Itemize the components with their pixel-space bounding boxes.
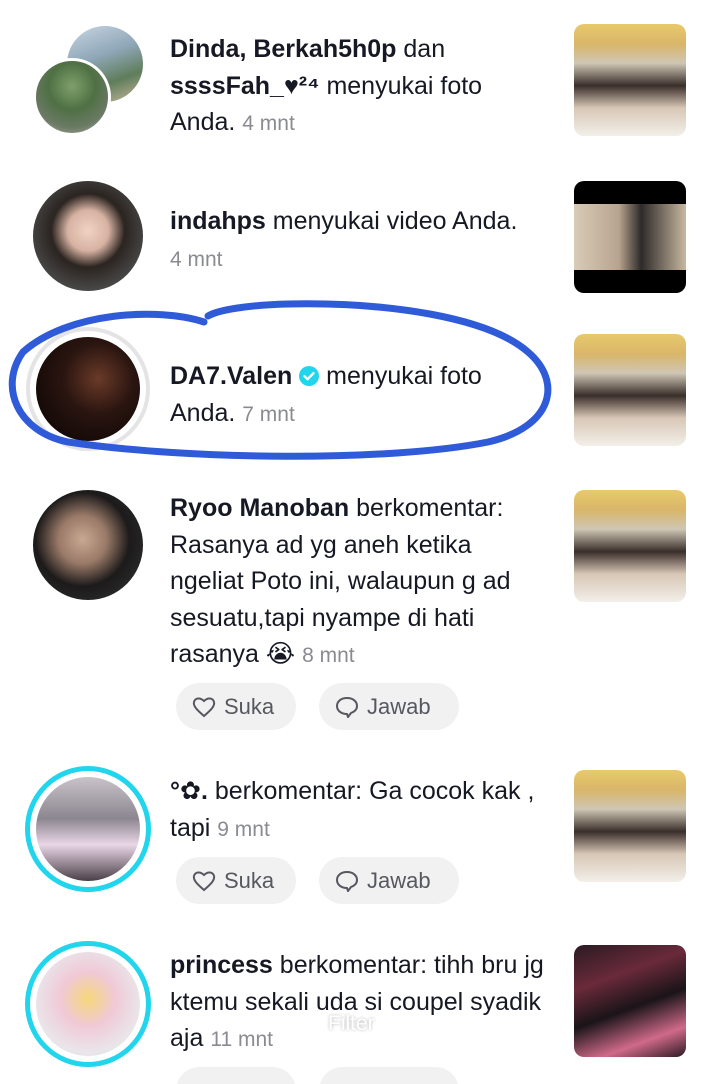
avatar[interactable] [33,490,143,600]
post-thumbnail[interactable] [574,490,686,602]
post-thumbnail[interactable] [574,770,686,882]
reply-label: Jawab [367,693,431,719]
username[interactable]: DA7.Valen [170,362,292,390]
username[interactable]: Ryoo Manoban [170,494,349,522]
joiner-text: dan [396,35,446,63]
video-thumbnail[interactable] [574,181,686,293]
username[interactable]: ssssFah_♥²⁴ [170,72,320,100]
stacked-avatars[interactable] [33,24,143,136]
avatar[interactable] [36,337,140,441]
comment-bubble-icon [336,870,358,892]
post-thumbnail[interactable] [574,24,686,136]
avatar[interactable] [36,952,140,1056]
avatar[interactable] [36,777,140,881]
username[interactable]: princess [170,951,273,979]
timestamp: 11 mnt [210,1028,273,1051]
verified-badge-icon [299,366,320,386]
like-button[interactable]: Suka [176,857,296,904]
comment-bubble-icon [336,696,358,718]
filter-button[interactable]: Filter [328,1012,375,1036]
like-label: Suka [224,693,275,719]
post-thumbnail[interactable] [574,945,686,1057]
username[interactable]: Dinda, Berkah5h0p [170,35,396,63]
reply-button[interactable]: Jawab [319,683,459,730]
action-text: menyukai video Anda. [265,207,518,235]
video-frame [574,204,686,270]
username[interactable]: °✿. [170,777,208,805]
reply-button[interactable] [319,1067,459,1084]
username[interactable]: indahps [170,207,266,235]
avatar[interactable] [33,58,111,136]
like-button[interactable]: Suka [176,683,296,730]
like-label: Suka [224,867,275,893]
reply-label: Jawab [367,867,431,893]
reply-button[interactable]: Jawab [319,857,459,904]
heart-icon [192,871,216,891]
timestamp: 4 mnt [170,247,223,271]
heart-icon [192,697,216,717]
timestamp: 9 mnt [217,817,270,841]
timestamp: 7 mnt [242,402,295,426]
post-thumbnail[interactable] [574,334,686,446]
timestamp: 4 mnt [242,112,295,135]
avatar[interactable] [33,181,143,291]
timestamp: 8 mnt [302,644,355,667]
like-button[interactable] [176,1067,296,1084]
